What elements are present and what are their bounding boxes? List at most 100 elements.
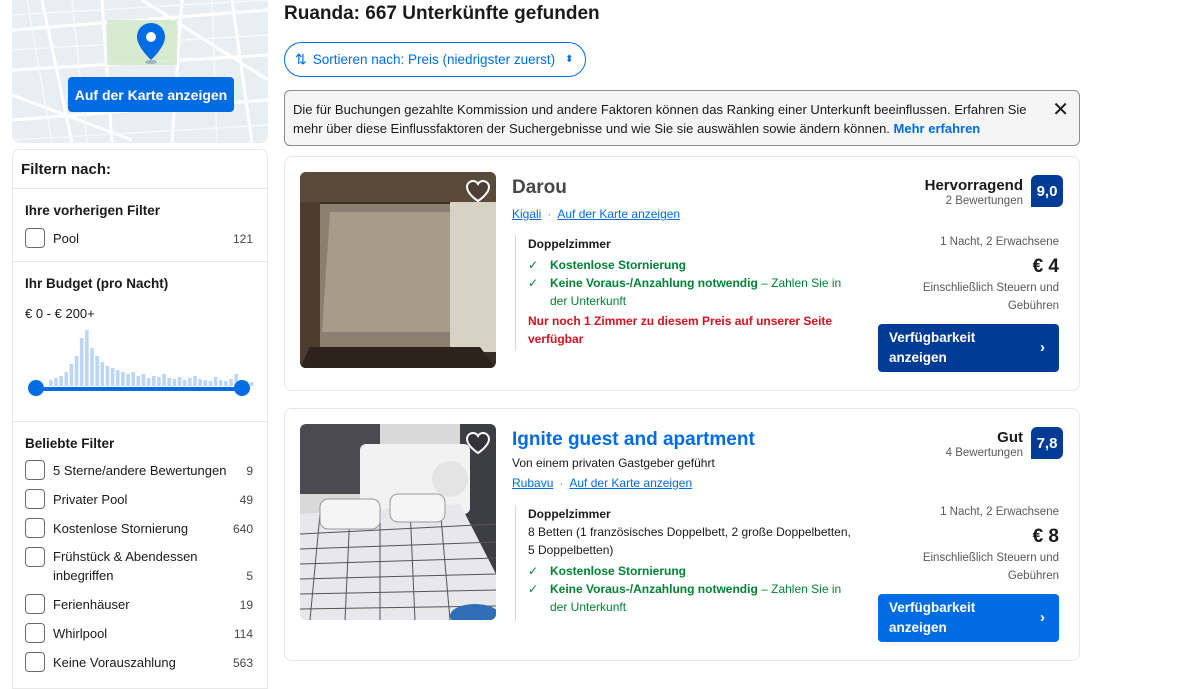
sort-dropdown[interactable]: ⇅ Sortieren nach: Preis (niedrigster zue… xyxy=(284,42,587,77)
filter-count: 5 xyxy=(246,569,253,583)
close-icon[interactable]: ✕ xyxy=(1052,100,1069,120)
filter-option-5-stars[interactable]: 5 Sterne/andere Bewertungen 9 xyxy=(25,460,253,480)
budget-slider-track[interactable] xyxy=(35,387,241,391)
budget-slider-min-handle[interactable] xyxy=(28,380,44,396)
room-type: Doppelzimmer xyxy=(528,507,611,521)
ranking-notice: Die für Buchungen gezahlte Kommission un… xyxy=(284,90,1080,146)
budget-heading: Ihr Budget (pro Nacht) xyxy=(25,276,169,291)
filter-option-whirlpool[interactable]: Whirlpool 114 xyxy=(25,623,253,643)
filter-count: 49 xyxy=(239,493,253,507)
see-availability-button[interactable]: Verfügbarkeit anzeigen › xyxy=(878,324,1059,372)
histogram-bar xyxy=(136,376,141,386)
filter-count: 9 xyxy=(246,464,253,478)
filter-option-no-prepayment[interactable]: Keine Vorauszahlung 563 xyxy=(25,652,253,672)
heart-icon[interactable] xyxy=(465,179,491,203)
review-count: 4 Bewertungen xyxy=(945,447,1023,459)
histogram-bar xyxy=(126,374,130,386)
histogram-bar xyxy=(74,356,79,386)
checkbox[interactable] xyxy=(25,594,45,614)
histogram-bar xyxy=(177,377,182,386)
filter-option-free-cancellation[interactable]: Kostenlose Stornierung 640 xyxy=(25,518,253,538)
histogram-bar xyxy=(162,374,166,386)
button-label: Verfügbarkeit anzeigen xyxy=(889,330,976,365)
show-on-map-link[interactable]: Auf der Karte anzeigen xyxy=(557,207,680,221)
checkbox[interactable] xyxy=(25,489,45,509)
property-location: Rubavu · Auf der Karte anzeigen xyxy=(512,476,698,490)
property-name[interactable]: Darou xyxy=(512,177,567,199)
previous-filters-heading: Ihre vorherigen Filter xyxy=(25,203,161,218)
filter-count: 640 xyxy=(232,522,253,536)
sort-icon: ⇅ xyxy=(295,51,307,67)
histogram-bar xyxy=(79,338,84,386)
histogram-bar xyxy=(49,380,53,386)
filter-option-pool[interactable]: Pool 121 xyxy=(25,228,253,248)
feature-no-prepayment: ✓ Keine Voraus-/Anzahlung notwendig – Za… xyxy=(528,580,860,616)
filter-option-breakfast-dinner[interactable]: Frühstück & Abendessen inbegriffen 5 xyxy=(25,547,253,585)
review-score-badge[interactable]: 7,8 xyxy=(1031,427,1063,459)
rating-word: Hervorragend xyxy=(924,177,1023,194)
filter-option-private-pool[interactable]: Privater Pool 49 xyxy=(25,489,253,509)
histogram-bar xyxy=(213,377,218,386)
results-column: Ruanda: 667 Unterkünfte gefunden ⇅ Sorti… xyxy=(284,0,1080,661)
property-name[interactable]: Ignite guest and apartment xyxy=(512,429,755,451)
filter-title: Filtern nach: xyxy=(13,150,267,189)
checkbox[interactable] xyxy=(25,460,45,480)
filter-label: Privater Pool xyxy=(53,491,128,507)
room-details: Doppelzimmer 8 Betten (1 französisches D… xyxy=(515,505,860,621)
histogram-bar xyxy=(208,381,213,386)
chevron-right-icon: › xyxy=(1040,609,1045,626)
city-link[interactable]: Kigali xyxy=(512,207,541,221)
histogram-bar xyxy=(115,370,120,386)
histogram-bar xyxy=(193,376,197,386)
histogram-bar xyxy=(85,330,89,386)
histogram-bar xyxy=(182,380,187,386)
filter-count: 563 xyxy=(232,656,253,670)
scarcity-message: Nur noch 1 Zimmer zu diesem Preis auf un… xyxy=(528,314,833,346)
check-icon: ✓ xyxy=(528,276,539,290)
histogram-bar xyxy=(224,381,228,386)
filter-label: Ferienhäuser xyxy=(53,596,130,612)
histogram-bar xyxy=(95,356,99,386)
see-availability-button[interactable]: Verfügbarkeit anzeigen › xyxy=(878,594,1059,642)
map-pin-icon xyxy=(137,23,165,64)
filter-label: Frühstück & Abendessen inbegriffen xyxy=(53,549,198,583)
stay-info: 1 Nacht, 2 Erwachsene xyxy=(940,506,1059,518)
price-histogram xyxy=(49,330,254,386)
chevron-updown-icon: ⬍ xyxy=(565,54,574,65)
previous-filters-section: Ihre vorherigen Filter Pool 121 xyxy=(13,189,267,262)
histogram-bar xyxy=(64,372,69,386)
button-label: Verfügbarkeit anzeigen xyxy=(889,600,976,635)
checkbox[interactable] xyxy=(25,652,45,672)
feature-text: Kostenlose Stornierung xyxy=(550,258,687,272)
chevron-right-icon: › xyxy=(1040,339,1045,356)
histogram-bar xyxy=(105,366,110,386)
histogram-bar xyxy=(131,372,135,386)
tax-note: Einschließlich Steuern und Gebühren xyxy=(922,282,1059,312)
review-score-badge[interactable]: 9,0 xyxy=(1031,175,1063,207)
filter-label: Kostenlose Stornierung xyxy=(53,520,189,536)
heart-icon[interactable] xyxy=(465,431,491,455)
rating-word: Gut xyxy=(997,429,1023,446)
room-type: Doppelzimmer xyxy=(528,237,611,251)
histogram-bar xyxy=(100,362,105,386)
filter-panel: Filtern nach: Ihre vorherigen Filter Poo… xyxy=(12,149,268,689)
feature-free-cancellation: ✓ Kostenlose Stornierung xyxy=(528,256,860,274)
show-on-map-link[interactable]: Auf der Karte anzeigen xyxy=(569,476,692,490)
city-link[interactable]: Rubavu xyxy=(512,476,553,490)
learn-more-link[interactable]: Mehr erfahren xyxy=(894,121,981,136)
checkbox[interactable] xyxy=(25,547,45,567)
filter-option-holiday-homes[interactable]: Ferienhäuser 19 xyxy=(25,594,253,614)
property-location: Kigali · Auf der Karte anzeigen xyxy=(512,207,686,221)
budget-slider-max-handle[interactable] xyxy=(234,380,250,396)
histogram-bar xyxy=(59,376,63,386)
feature-text: Keine Voraus-/Anzahlung notwendig xyxy=(550,276,758,290)
price: € 8 xyxy=(1032,526,1059,547)
checkbox[interactable] xyxy=(25,518,45,538)
stay-info: 1 Nacht, 2 Erwachsene xyxy=(940,236,1059,248)
checkbox[interactable] xyxy=(25,228,45,248)
histogram-bar xyxy=(167,378,172,386)
checkbox[interactable] xyxy=(25,623,45,643)
map-preview[interactable]: Auf der Karte anzeigen xyxy=(12,0,268,143)
price: € 4 xyxy=(1032,256,1059,277)
show-on-map-button[interactable]: Auf der Karte anzeigen xyxy=(68,77,234,112)
